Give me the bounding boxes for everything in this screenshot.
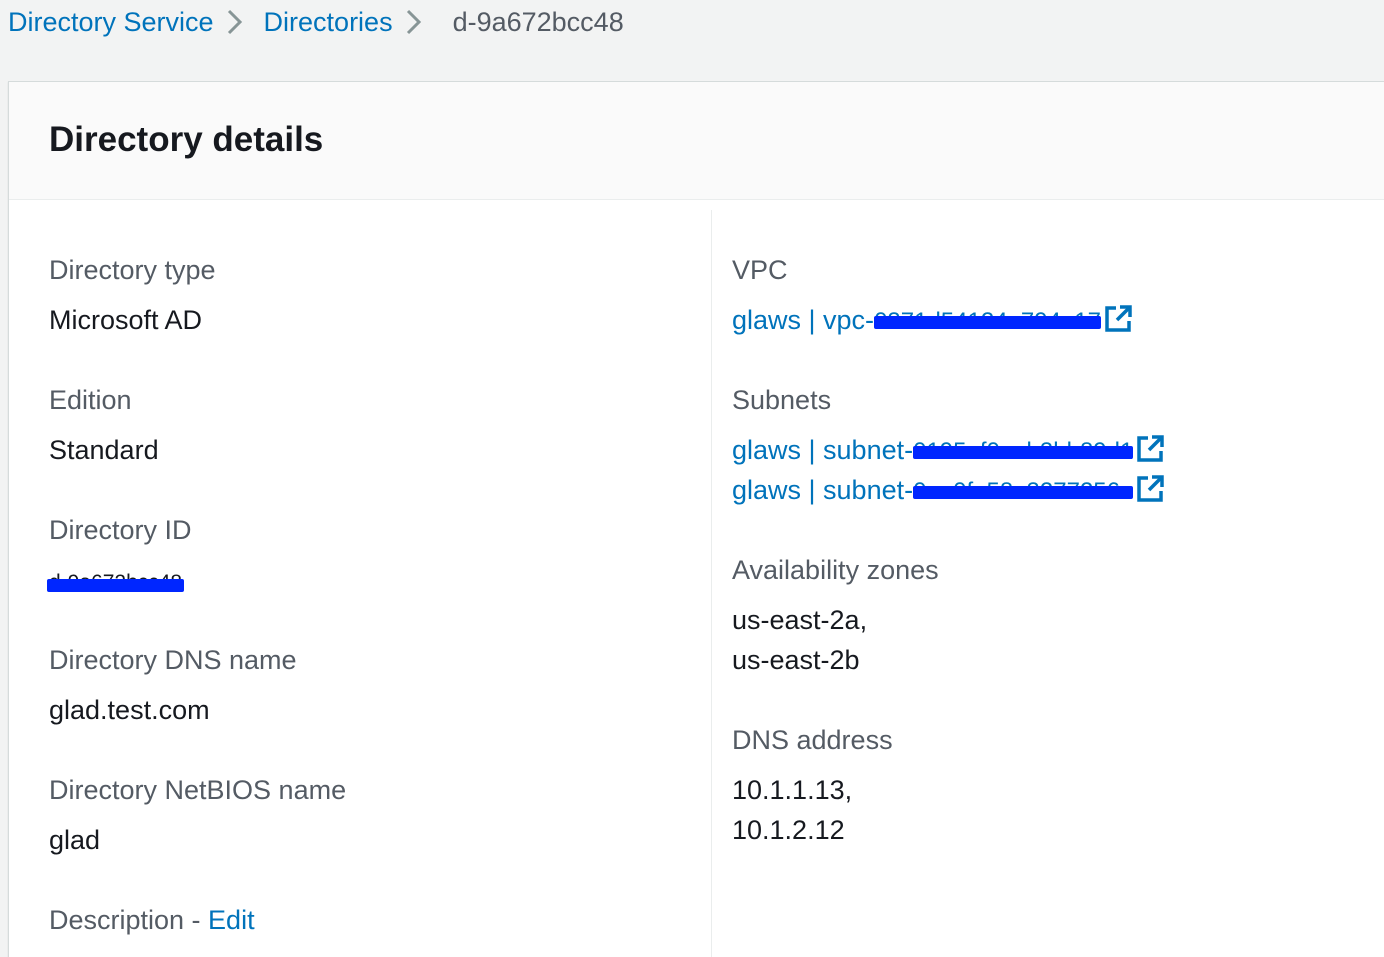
netbios-name-label: Directory NetBIOS name (49, 775, 347, 805)
redaction-bar (47, 578, 185, 592)
subnet-link[interactable]: glaws | subnet-0ee0fe58e3277256e (732, 470, 1165, 512)
directory-details-panel: Directory details Directory type Microso… (8, 81, 1384, 957)
directory-type-value: Microsoft AD (49, 305, 203, 335)
external-link-icon (1105, 305, 1132, 332)
breadcrumb-current: d-9a672bcc48 (452, 6, 624, 37)
dns-name-value: glad.test.com (49, 695, 210, 725)
edition-label: Edition (49, 385, 132, 415)
dns-address-value: 10.1.1.13, (732, 775, 853, 805)
redaction-bar (913, 486, 1134, 499)
directory-id-value: d-9a672bcc48 (47, 560, 185, 603)
redacted-subnet-id: 0195af0aab3bb89d1 (913, 430, 1134, 472)
description-edit-link[interactable]: Edit (208, 905, 255, 935)
column-divider (711, 210, 712, 957)
subnets-label: Subnets (732, 385, 832, 415)
redaction-bar (913, 446, 1134, 459)
breadcrumb-directory-service[interactable]: Directory Service (8, 7, 214, 38)
panel-header: Directory details (9, 82, 1384, 200)
redacted-vpc-id: 0371d54124e794e17 (874, 300, 1101, 342)
edition-value: Standard (49, 435, 159, 465)
redacted-subnet-id: 0ee0fe58e3277256e (913, 470, 1134, 512)
external-link-icon (1137, 475, 1165, 502)
directory-type-label: Directory type (49, 255, 216, 285)
chevron-right-icon (214, 0, 258, 44)
dns-name-label: Directory DNS name (49, 645, 297, 675)
external-link-icon (1137, 435, 1165, 462)
breadcrumb: Directory Service Directories d-9a672bcc… (0, 0, 624, 44)
availability-zone-value: us-east-2b (732, 645, 860, 675)
subnet-link[interactable]: glaws | subnet-0195af0aab3bb89d1 (732, 430, 1165, 472)
chevron-right-icon (393, 0, 437, 44)
dns-address-label: DNS address (732, 725, 893, 755)
vpc-label: VPC (732, 255, 788, 285)
dns-address-value: 10.1.2.12 (732, 815, 845, 845)
redaction-bar (874, 316, 1101, 329)
redacted-directory-id: d-9a672bcc48 (47, 560, 185, 603)
description-label: Description - (49, 905, 209, 935)
netbios-name-value: glad (49, 825, 101, 855)
availability-zone-value: us-east-2a, (732, 605, 868, 635)
availability-zones-label: Availability zones (732, 555, 939, 585)
vpc-link[interactable]: glaws | vpc-0371d54124e794e17 (732, 300, 1133, 342)
description-row: Description - Edit (49, 900, 255, 940)
directory-id-label: Directory ID (49, 515, 192, 545)
panel-title: Directory details (49, 120, 324, 159)
breadcrumb-directories[interactable]: Directories (264, 7, 393, 38)
